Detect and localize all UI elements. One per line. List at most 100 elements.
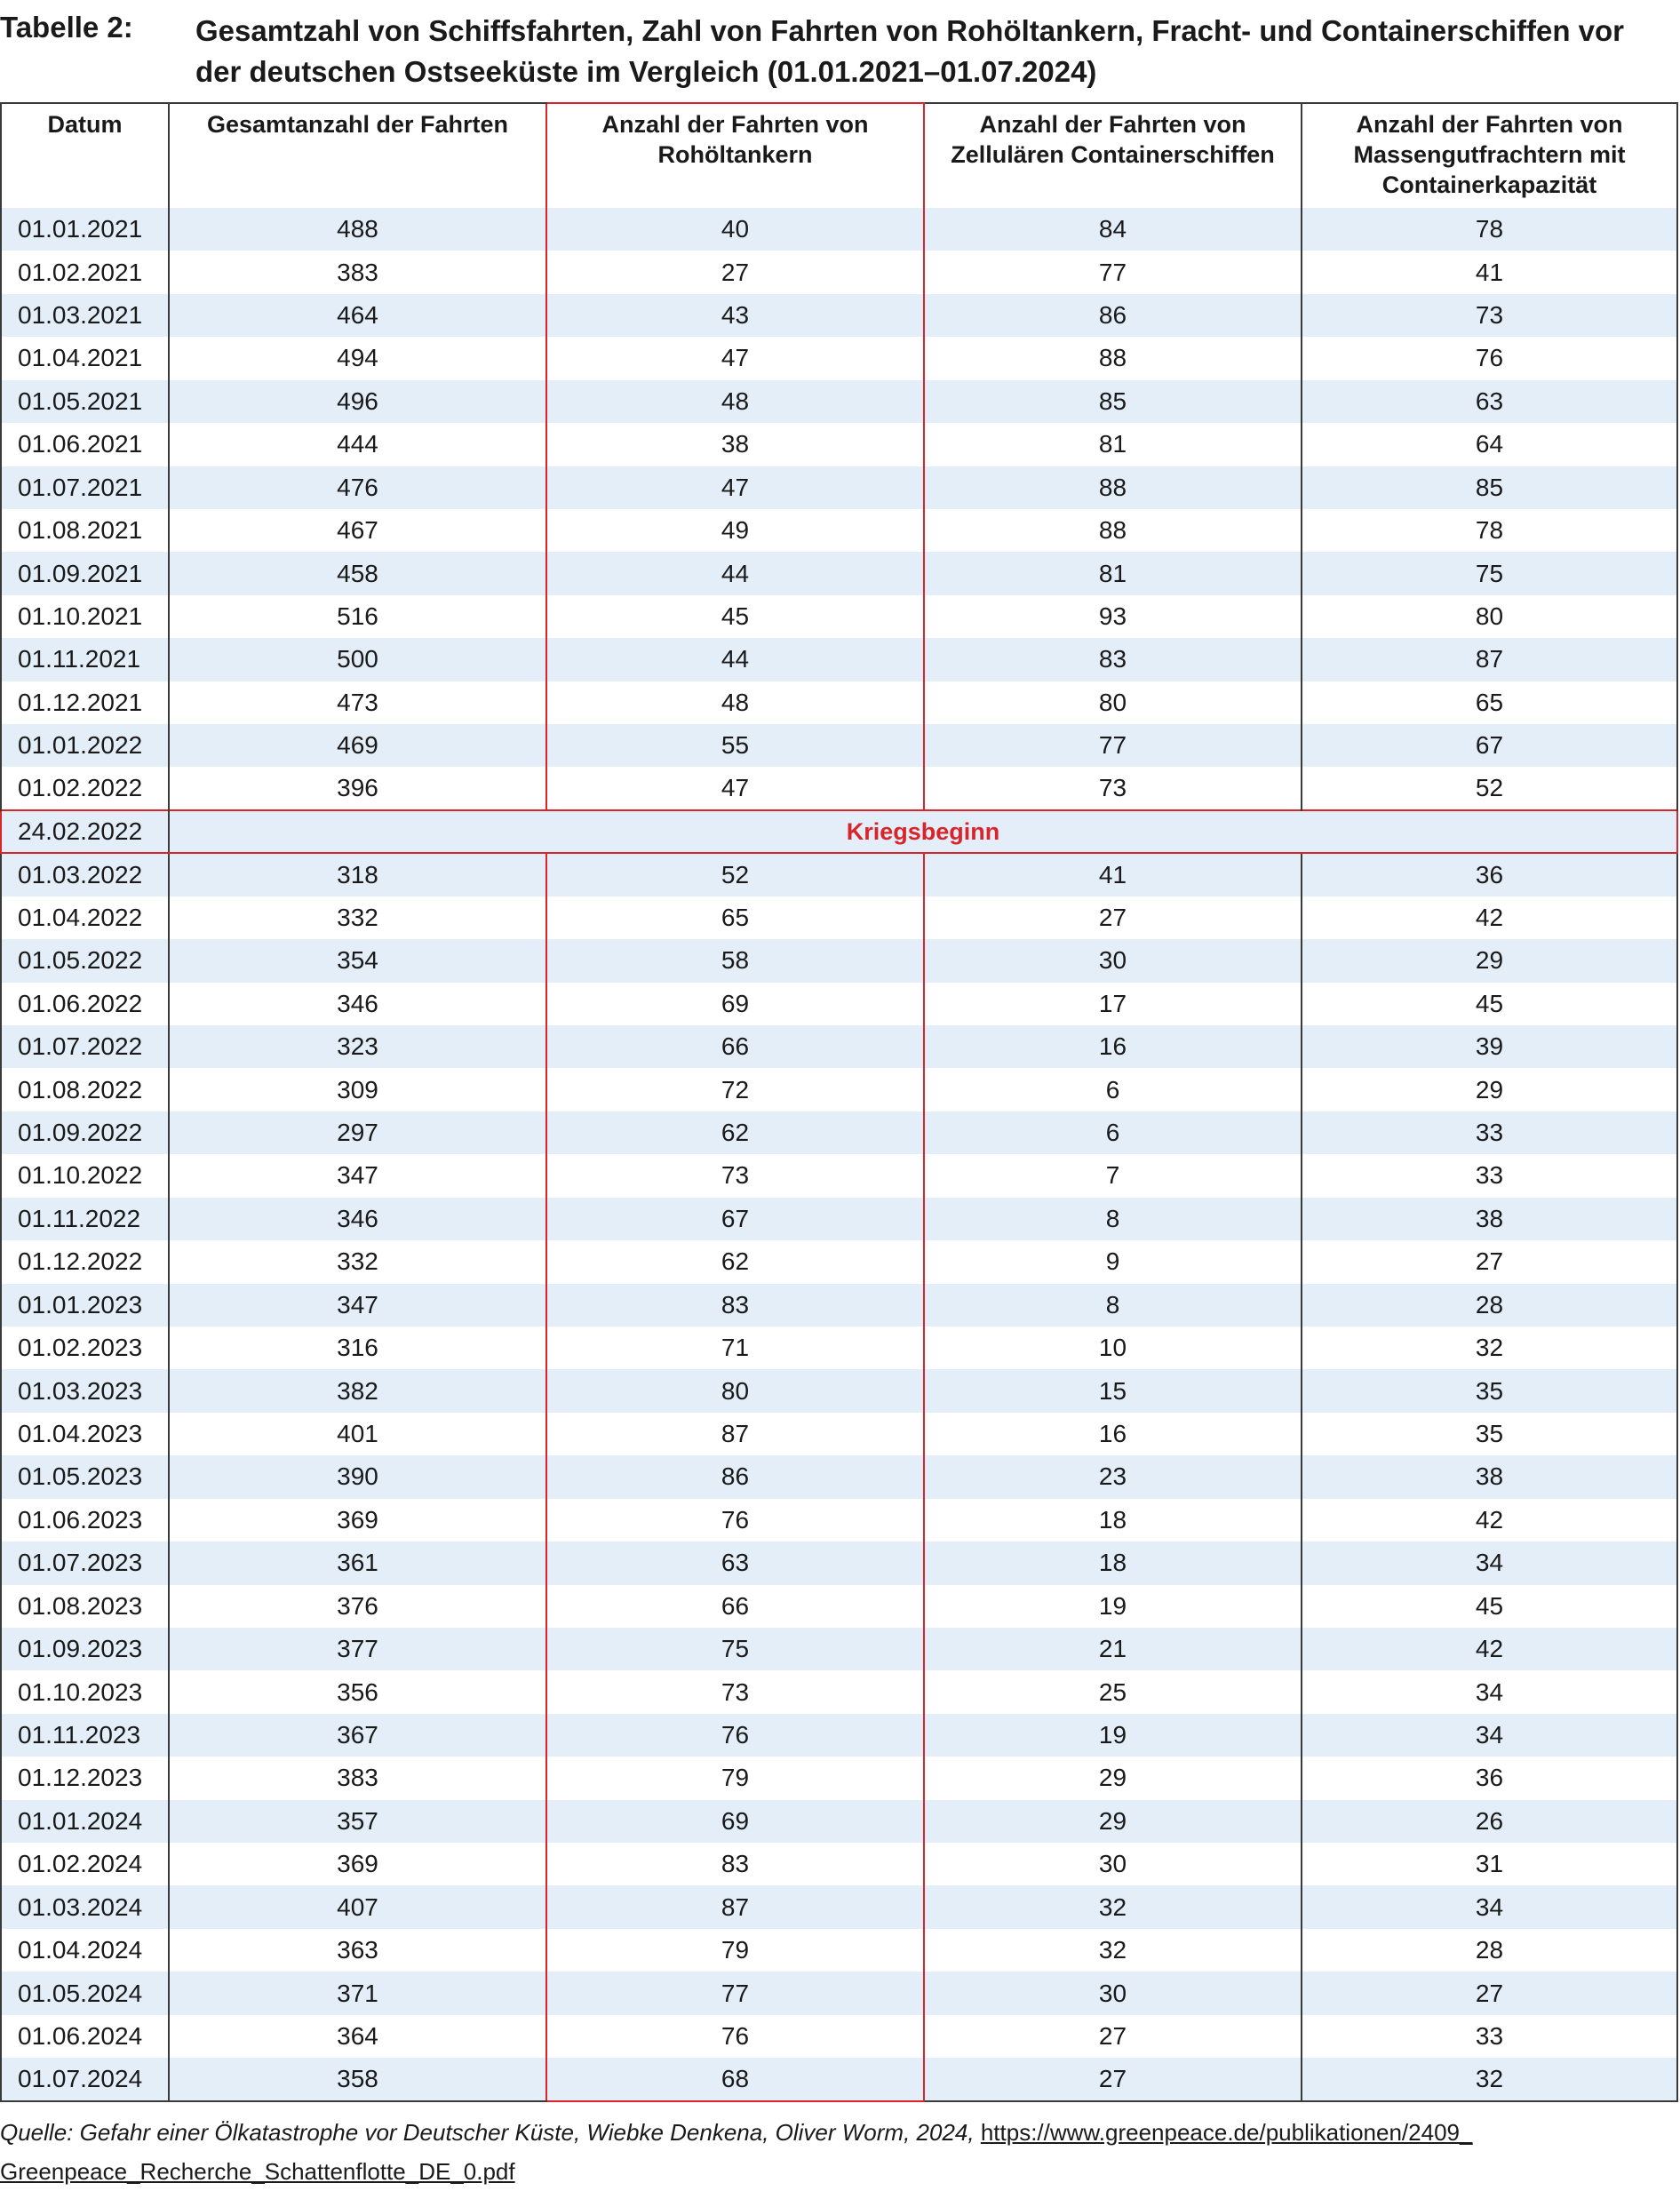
cell-bulk-carriers: 39 [1301,1025,1678,1069]
source-link-part2[interactable]: Greenpeace_Recherche_Schattenflotte_DE_0… [0,2158,515,2185]
cell-date: 01.08.2021 [0,508,169,553]
header-total-trips: Gesamtanzahl der Fahrten [168,102,546,208]
cell-total: 469 [168,724,546,768]
cell-date: 01.12.2021 [0,681,169,725]
cell-date: 01.04.2024 [0,1928,169,1972]
cell-total: 371 [168,1972,546,2015]
cell-crude-tankers: 58 [545,939,925,983]
cell-total: 494 [168,337,546,380]
cell-container-ships: 32 [923,1885,1302,1929]
cell-crude-tankers: 83 [545,1283,925,1327]
cell-total: 309 [168,1068,546,1111]
table-row: 01.06.2023 369 76 18 42 [0,1498,1678,1542]
cell-container-ships: 7 [923,1154,1302,1198]
cell-crude-tankers: 86 [545,1455,925,1499]
cell-date: 01.07.2021 [0,466,169,509]
cell-date: 01.05.2022 [0,939,169,983]
cell-date: 01.02.2022 [0,767,169,810]
cell-crude-tankers: 49 [545,508,925,553]
cell-crude-tankers: 45 [545,594,925,639]
header-crude-tankers: Anzahl der Fahrten von Rohöltankern [545,102,925,208]
cell-crude-tankers: 69 [545,1799,925,1844]
cell-date: 01.04.2022 [0,896,169,940]
cell-crude-tankers: 77 [545,1972,925,2015]
cell-bulk-carriers: 27 [1301,1240,1678,1284]
table-row: 01.09.2023 377 75 21 42 [0,1627,1678,1671]
cell-container-ships: 81 [923,552,1302,595]
cell-total: 464 [168,293,546,338]
table-title: Gesamtzahl von Schiffsfahrten, Zahl von … [195,14,1625,88]
cell-bulk-carriers: 29 [1301,939,1678,983]
cell-date: 01.11.2023 [0,1713,169,1757]
table-caption: Tabelle 2: Gesamtzahl von Schiffsfahrten… [0,4,1680,98]
cell-bulk-carriers: 32 [1301,1326,1678,1370]
cell-date: 01.09.2023 [0,1627,169,1671]
cell-container-ships: 88 [923,508,1302,553]
cell-container-ships: 83 [923,638,1302,681]
cell-total: 500 [168,638,546,681]
cell-crude-tankers: 65 [545,896,925,940]
table-row: 01.04.2023 401 87 16 35 [0,1412,1678,1456]
cell-bulk-carriers: 64 [1301,423,1678,466]
cell-bulk-carriers: 75 [1301,552,1678,595]
table-row: 01.12.2021 473 48 80 65 [0,681,1678,725]
cell-bulk-carriers: 87 [1301,638,1678,681]
cell-crude-tankers: 80 [545,1369,925,1413]
cell-bulk-carriers: 33 [1301,2014,1678,2059]
cell-date: 01.04.2021 [0,337,169,380]
cell-crude-tankers: 62 [545,1111,925,1155]
cell-crude-tankers: 38 [545,423,925,466]
cell-bulk-carriers: 52 [1301,767,1678,810]
cell-total: 361 [168,1542,546,1585]
cell-bulk-carriers: 36 [1301,853,1678,896]
cell-total: 364 [168,2014,546,2059]
table-row: 01.11.2023 367 76 19 34 [0,1713,1678,1757]
cell-crude-tankers: 44 [545,552,925,595]
cell-total: 354 [168,939,546,983]
cell-date: 01.05.2021 [0,379,169,424]
cell-date: 01.02.2024 [0,1843,169,1886]
cell-container-ships: 9 [923,1240,1302,1284]
cell-crude-tankers: 68 [545,2058,925,2102]
cell-crude-tankers: 76 [545,1713,925,1757]
cell-date: 01.06.2024 [0,2014,169,2059]
table-row: 01.06.2024 364 76 27 33 [0,2014,1678,2059]
cell-crude-tankers: 69 [545,982,925,1026]
table-row: 01.05.2022 354 58 30 29 [0,939,1678,983]
cell-bulk-carriers: 28 [1301,1283,1678,1327]
cell-container-ships: 15 [923,1369,1302,1413]
table-row: 01.08.2021 467 49 88 78 [0,508,1678,553]
cell-bulk-carriers: 34 [1301,1713,1678,1757]
table-row: 01.05.2024 371 77 30 27 [0,1972,1678,2015]
table-row: 01.04.2022 332 65 27 42 [0,896,1678,940]
cell-bulk-carriers: 29 [1301,1068,1678,1111]
cell-date: 01.10.2022 [0,1154,169,1198]
cell-container-ships: 21 [923,1627,1302,1671]
cell-bulk-carriers: 42 [1301,1498,1678,1542]
cell-crude-tankers: 79 [545,1757,925,1800]
source-link-part1[interactable]: https://www.greenpeace.de/publikationen/… [981,2119,1473,2146]
cell-total: 297 [168,1111,546,1155]
cell-container-ships: 8 [923,1283,1302,1327]
header-container-ships: Anzahl der Fahrten von Zellulären Contai… [923,102,1302,208]
cell-date: 01.05.2023 [0,1455,169,1499]
cell-bulk-carriers: 35 [1301,1412,1678,1456]
cell-crude-tankers: 44 [545,638,925,681]
cell-crude-tankers: 71 [545,1326,925,1370]
cell-total: 367 [168,1713,546,1757]
cell-container-ships: 30 [923,1843,1302,1886]
cell-container-ships: 23 [923,1455,1302,1499]
cell-crude-tankers: 63 [545,1542,925,1585]
table-row: 01.04.2024 363 79 32 28 [0,1928,1678,1972]
cell-crude-tankers: 87 [545,1885,925,1929]
cell-crude-tankers: 43 [545,293,925,338]
cell-crude-tankers: 47 [545,337,925,380]
cell-container-ships: 6 [923,1111,1302,1155]
cell-date: 01.01.2024 [0,1799,169,1844]
cell-total: 346 [168,982,546,1026]
cell-total: 347 [168,1154,546,1198]
source-note: Quelle: Gefahr einer Ölkatastrophe vor D… [0,2113,1680,2191]
table-row: 01.04.2021 494 47 88 76 [0,337,1678,380]
cell-date: 01.01.2022 [0,724,169,768]
cell-container-ships: 73 [923,767,1302,810]
